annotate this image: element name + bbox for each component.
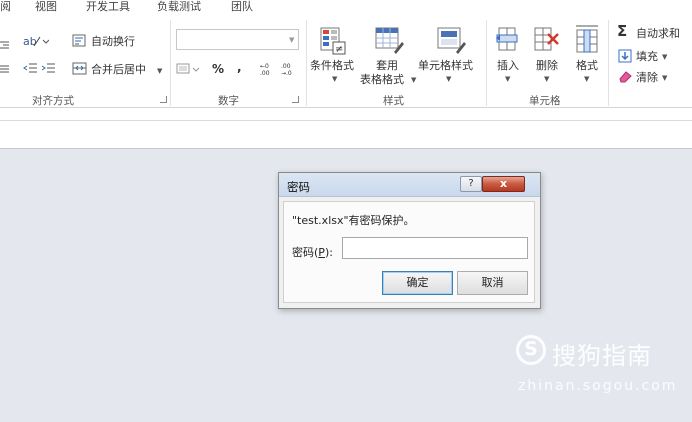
insert-dropdown-icon[interactable]: ▼ [505, 75, 510, 83]
sigma-icon: Σ [617, 22, 628, 40]
password-dialog: 密码 ? x "test.xlsx"有密码保护。 密码(P): 确定 取消 [278, 172, 541, 309]
close-button[interactable]: x [482, 176, 525, 192]
separator [608, 20, 609, 106]
number-format-combo[interactable]: ▼ [176, 29, 299, 50]
protection-message: "test.xlsx"有密码保护。 [292, 214, 415, 227]
svg-text:≠: ≠ [335, 44, 343, 55]
format-button[interactable]: 格式 [576, 59, 598, 72]
table-format-dropdown-icon[interactable]: ▼ [411, 76, 416, 84]
watermark-logo-icon: S [516, 335, 546, 365]
insert-cells-icon [496, 27, 518, 51]
password-label: 密码(P): [292, 244, 333, 260]
fill-icon [618, 49, 632, 63]
merge-center-icon [72, 62, 87, 75]
clear-button[interactable]: 清除 [636, 71, 658, 84]
delete-button[interactable]: 删除 [536, 59, 558, 72]
align-right-icon[interactable] [0, 40, 10, 50]
tab-developer[interactable]: 开发工具 [86, 0, 130, 14]
clear-dropdown-icon[interactable]: ▼ [662, 74, 667, 82]
decimal-adjust-icons[interactable]: ←0 .00 .00 →.0 [259, 61, 299, 77]
orientation-icon[interactable]: ab [23, 34, 49, 48]
conditional-format-button[interactable]: 条件格式 [310, 59, 354, 72]
fill-dropdown-icon[interactable]: ▼ [662, 53, 667, 61]
svg-text:→.0: →.0 [281, 70, 292, 77]
cell-styles-icon [437, 27, 466, 54]
insert-button[interactable]: 插入 [497, 59, 519, 72]
ok-button[interactable]: 确定 [382, 271, 453, 295]
password-label-suffix: ): [324, 246, 333, 259]
svg-text:.00: .00 [281, 63, 291, 70]
autosum-button[interactable]: 自动求和 [636, 27, 680, 40]
watermark-text: 搜狗指南 [552, 342, 652, 370]
svg-text:.00: .00 [260, 70, 270, 77]
dialog-body: "test.xlsx"有密码保护。 密码(P): 确定 取消 [283, 201, 535, 303]
formula-bar [0, 108, 692, 149]
password-input[interactable] [342, 237, 528, 259]
format-dropdown-icon[interactable]: ▼ [584, 75, 589, 83]
password-label-prefix: 密码( [292, 246, 319, 259]
separator [170, 20, 171, 106]
cancel-button[interactable]: 取消 [457, 271, 528, 295]
justify-icon[interactable] [0, 64, 10, 74]
accounting-format-icon[interactable] [176, 62, 202, 76]
number-launcher-icon[interactable] [292, 96, 299, 103]
indent-icons[interactable] [23, 62, 57, 76]
table-format-icon [375, 27, 404, 54]
styles-group-label: 样式 [383, 95, 404, 107]
tab-team[interactable]: 团队 [231, 0, 253, 14]
separator [486, 20, 487, 106]
ribbon: ab 自动换行 合并后居中 ▼ 对齐方式 ▼ % , ←0 .00 .00 →.… [0, 16, 692, 108]
eraser-icon [619, 71, 632, 83]
number-format-dropdown-icon[interactable]: ▼ [289, 36, 294, 44]
conditional-format-dropdown-icon[interactable]: ▼ [332, 75, 337, 83]
number-group-label: 数字 [218, 95, 239, 107]
alignment-group-label: 对齐方式 [32, 95, 74, 107]
svg-text:←0: ←0 [260, 63, 269, 70]
wrap-text-button[interactable]: 自动换行 [91, 35, 135, 48]
table-format-button[interactable]: 表格格式 [360, 73, 404, 86]
cell-styles-dropdown-icon[interactable]: ▼ [446, 75, 451, 83]
help-button[interactable]: ? [460, 176, 482, 192]
fill-button[interactable]: 填充 [636, 50, 658, 63]
table-format-line1[interactable]: 套用 [376, 59, 398, 72]
percent-style-button[interactable]: % [212, 63, 224, 76]
format-cells-icon [576, 25, 598, 53]
delete-dropdown-icon[interactable]: ▼ [544, 75, 549, 83]
delete-cells-icon [534, 27, 559, 51]
alignment-launcher-icon[interactable] [160, 96, 167, 103]
merge-center-button[interactable]: 合并后居中 [91, 63, 146, 76]
cells-group-label: 单元格 [529, 95, 561, 107]
watermark-url: zhinan.sogou.com [518, 378, 678, 394]
separator [306, 20, 307, 106]
tab-review[interactable]: 阅 [0, 0, 11, 14]
tab-load-test[interactable]: 负载测试 [157, 0, 201, 14]
conditional-format-icon: ≠ [320, 27, 346, 55]
formula-bar-divider [0, 120, 692, 121]
cell-styles-button[interactable]: 单元格样式 [418, 59, 473, 72]
password-label-key: P [318, 246, 325, 259]
dialog-title-bar[interactable]: 密码 ? x [279, 173, 540, 197]
merge-dropdown-icon[interactable]: ▼ [157, 67, 162, 75]
comma-style-button[interactable]: , [237, 61, 242, 74]
ribbon-tabs: 阅 视图 开发工具 负载测试 团队 [0, 0, 692, 16]
wrap-text-icon [72, 34, 86, 47]
svg-text:ab: ab [23, 35, 37, 48]
dialog-title: 密码 [287, 180, 310, 194]
tab-view[interactable]: 视图 [35, 0, 57, 14]
